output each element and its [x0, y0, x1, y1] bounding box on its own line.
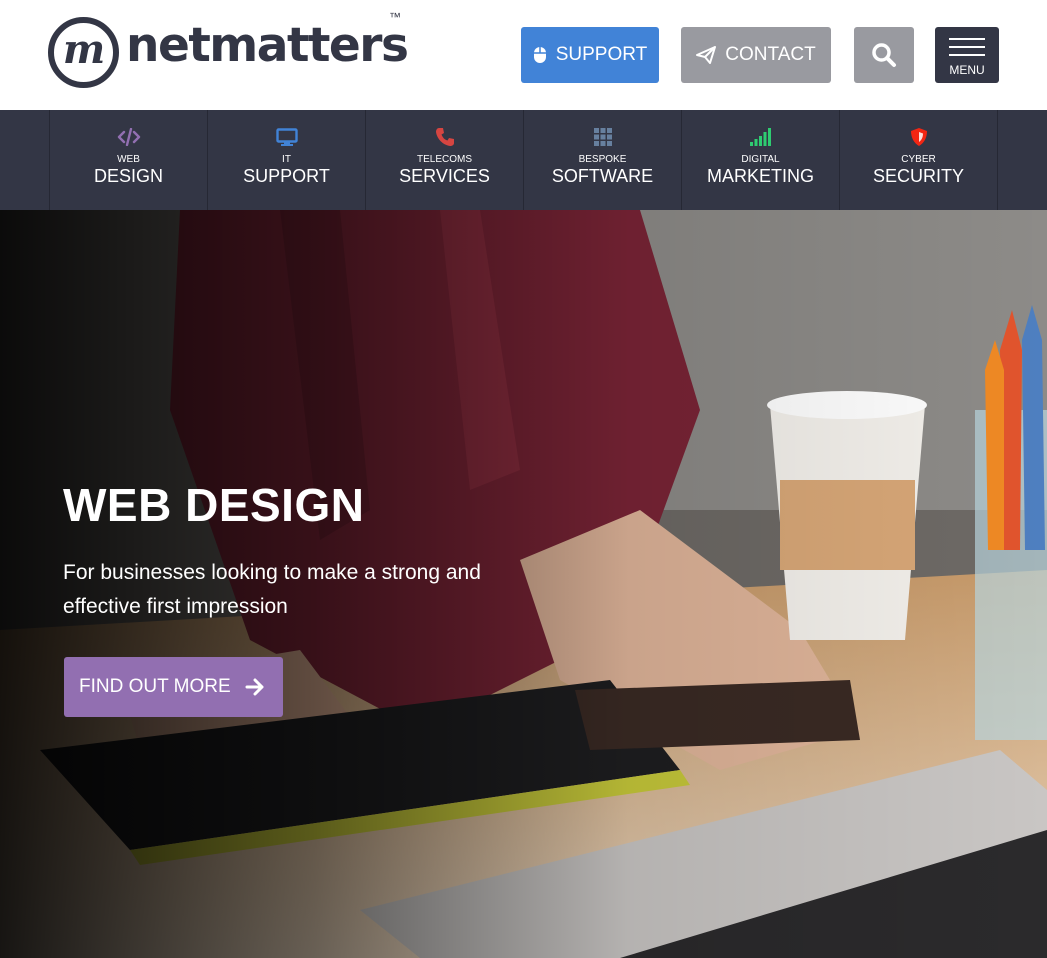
service-label-small: IT [282, 154, 291, 165]
hero-title: WEB DESIGN [63, 479, 365, 531]
grid-icon [593, 127, 612, 147]
menu-button[interactable]: MENU [935, 27, 999, 83]
service-it-support[interactable]: IT SUPPORT [208, 110, 366, 210]
site-header: m netmatters ™ SUPPORT CONTACT MENU [0, 0, 1047, 110]
paper-plane-icon [696, 46, 717, 64]
service-label-small: WEB [117, 154, 140, 165]
contact-button[interactable]: CONTACT [681, 27, 831, 83]
logo-wordmark: netmatters [126, 17, 409, 73]
service-label: SUPPORT [243, 166, 330, 186]
shield-icon [910, 127, 928, 147]
service-label: MARKETING [706, 166, 814, 186]
service-label: SERVICES [399, 166, 490, 186]
service-label-small: BESPOKE [578, 154, 627, 165]
service-telecoms-services[interactable]: TELECOMS SERVICES [366, 110, 524, 210]
trademark-symbol: ™ [389, 10, 401, 24]
contact-button-label: CONTACT [725, 44, 816, 65]
hero-subtitle: For businesses looking to make a strong … [63, 561, 481, 618]
find-out-more-button[interactable]: FIND OUT MORE [64, 657, 283, 717]
logo-mark: m [48, 16, 119, 88]
services-nav: WEB DESIGN IT SUPPORT TELECOMS SERVICES [0, 110, 1047, 210]
monitor-icon [275, 127, 298, 147]
service-label: SOFTWARE [551, 166, 654, 186]
service-bespoke-software[interactable]: BESPOKE SOFTWARE [524, 110, 682, 210]
mouse-icon [533, 47, 546, 63]
code-icon [117, 127, 141, 147]
service-label-small: TELECOMS [416, 154, 472, 165]
menu-button-label: MENU [949, 62, 985, 77]
service-label-small: DIGITAL [741, 154, 780, 165]
service-cyber-security[interactable]: CYBER SECURITY [840, 110, 998, 210]
service-label-small: CYBER [901, 154, 936, 165]
service-label: SECURITY [872, 166, 964, 186]
service-label: DESIGN [93, 166, 163, 186]
service-web-design[interactable]: WEB DESIGN [50, 110, 208, 210]
phone-icon [435, 127, 455, 147]
signal-icon [749, 127, 772, 147]
find-out-more-label: FIND OUT MORE [79, 676, 231, 697]
logo-mark-letter: m [62, 25, 105, 73]
support-button[interactable]: SUPPORT [521, 27, 659, 83]
hero-banner: WEB DESIGN For businesses looking to mak… [0, 210, 1047, 958]
hamburger-icon [949, 37, 985, 56]
search-button[interactable] [854, 27, 914, 83]
support-button-label: SUPPORT [555, 44, 648, 65]
arrow-right-icon [245, 678, 264, 696]
search-icon [872, 43, 896, 67]
logo[interactable]: m netmatters [48, 16, 409, 88]
service-digital-marketing[interactable]: DIGITAL MARKETING [682, 110, 840, 210]
